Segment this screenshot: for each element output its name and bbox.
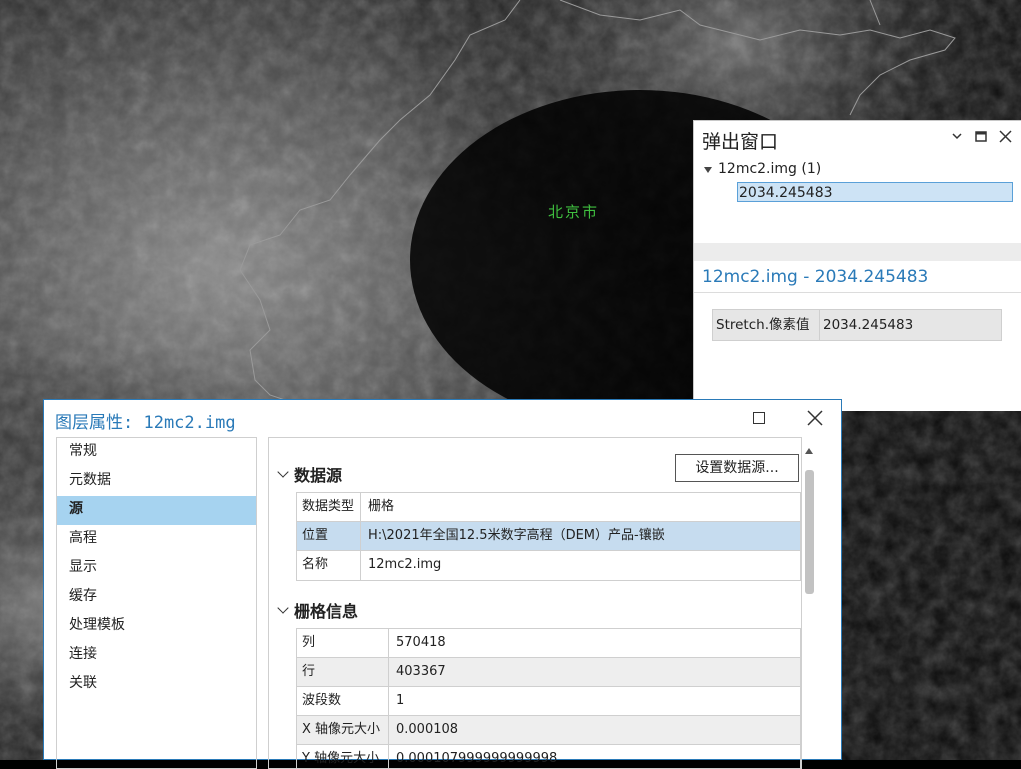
nav-item-elevation[interactable]: 高程 xyxy=(57,525,256,554)
table-row: Y 轴像元大小 0.000107999999999998 xyxy=(297,745,800,768)
popup-separator xyxy=(694,243,1021,261)
divider xyxy=(694,292,1021,293)
table-row: 列 570418 xyxy=(297,629,800,658)
nav-item-processing-templates[interactable]: 处理模板 xyxy=(57,612,256,641)
chevron-down-icon[interactable] xyxy=(277,465,289,478)
row-key: 数据类型 xyxy=(297,493,361,521)
tree-layer-label: 12mc2.img (1) xyxy=(718,161,822,177)
close-icon[interactable] xyxy=(806,409,824,427)
nav-item-source[interactable]: 源 xyxy=(57,496,256,525)
attribute-value: 2034.245483 xyxy=(823,317,914,333)
scroll-thumb[interactable] xyxy=(805,470,814,594)
chevron-down-icon[interactable] xyxy=(277,601,289,614)
table-row: 名称 12mc2.img xyxy=(297,551,800,580)
nav-item-metadata[interactable]: 元数据 xyxy=(57,467,256,496)
table-row: 行 403367 xyxy=(297,658,800,687)
row-value: 570418 xyxy=(396,635,446,650)
row-key: 位置 xyxy=(297,522,361,550)
table-row: 波段数 1 xyxy=(297,687,800,716)
popup-title: 弹出窗口 xyxy=(702,131,779,153)
maximize-icon[interactable] xyxy=(753,412,765,424)
row-value: H:\2021年全国12.5米数字高程（DEM）产品-镶嵌 xyxy=(368,528,665,543)
dialog-title: 图层属性: 12mc2.img xyxy=(55,413,236,433)
maximize-icon[interactable] xyxy=(974,129,988,143)
nav-item-cache[interactable]: 缓存 xyxy=(57,583,256,612)
section-raster-info[interactable]: 栅格信息 xyxy=(277,598,359,622)
nav-item-joins[interactable]: 连接 xyxy=(57,641,256,670)
table-row: 数据类型 栅格 xyxy=(297,493,800,522)
set-data-source-button[interactable]: 设置数据源... xyxy=(675,454,799,482)
popup-panel: 弹出窗口 12mc2.img (1) 2034.245483 12mc2.img… xyxy=(693,120,1021,411)
layer-properties-dialog: 图层属性: 12mc2.img 常规 元数据 源 高程 显示 缓存 处理模板 连… xyxy=(43,399,842,769)
source-table: 数据类型 栅格 位置 H:\2021年全国12.5米数字高程（DEM）产品-镶嵌… xyxy=(296,492,801,581)
attribute-key: Stretch.像素值 xyxy=(713,310,820,340)
table-row[interactable]: 位置 H:\2021年全国12.5米数字高程（DEM）产品-镶嵌 xyxy=(297,522,800,551)
nav-item-relates[interactable]: 关联 xyxy=(57,670,256,699)
row-value: 栅格 xyxy=(368,499,395,514)
attribute-table: Stretch.像素值 2034.245483 xyxy=(712,309,1002,341)
city-label-beijing: 北京市 xyxy=(548,203,600,221)
row-value: 403367 xyxy=(396,664,446,679)
tree-layer-node[interactable]: 12mc2.img (1) xyxy=(704,161,821,177)
scroll-up-arrow-icon[interactable] xyxy=(805,448,813,454)
section-title: 栅格信息 xyxy=(294,602,359,621)
row-key: 名称 xyxy=(297,551,361,580)
popup-detail-title: 12mc2.img - 2034.245483 xyxy=(702,267,929,287)
table-row: X 轴像元大小 0.000108 xyxy=(297,716,800,745)
row-key: X 轴像元大小 xyxy=(297,716,389,744)
properties-content: 数据源 设置数据源... 数据类型 栅格 位置 H:\2021年全国12.5米数… xyxy=(268,437,802,769)
row-value: 0.000107999999999998 xyxy=(396,751,558,766)
row-value: 12mc2.img xyxy=(368,557,442,572)
tree-value-item[interactable]: 2034.245483 xyxy=(737,182,1013,202)
row-key: 波段数 xyxy=(297,687,389,715)
chevron-down-icon[interactable] xyxy=(950,129,964,143)
close-icon[interactable] xyxy=(998,129,1012,143)
expand-triangle-icon[interactable] xyxy=(704,167,712,173)
properties-nav: 常规 元数据 源 高程 显示 缓存 处理模板 连接 关联 xyxy=(56,437,257,769)
vertical-scrollbar[interactable] xyxy=(801,444,819,764)
row-key: 行 xyxy=(297,658,389,686)
row-key: 列 xyxy=(297,629,389,657)
nav-item-display[interactable]: 显示 xyxy=(57,554,256,583)
row-key: Y 轴像元大小 xyxy=(297,745,389,768)
row-value: 0.000108 xyxy=(396,722,459,737)
section-data-source[interactable]: 数据源 xyxy=(277,462,343,486)
raster-info-table: 列 570418 行 403367 波段数 1 X 轴像元大小 0.000108… xyxy=(296,628,801,768)
nav-item-general[interactable]: 常规 xyxy=(57,438,256,467)
section-title: 数据源 xyxy=(294,466,343,485)
row-value: 1 xyxy=(396,693,405,708)
